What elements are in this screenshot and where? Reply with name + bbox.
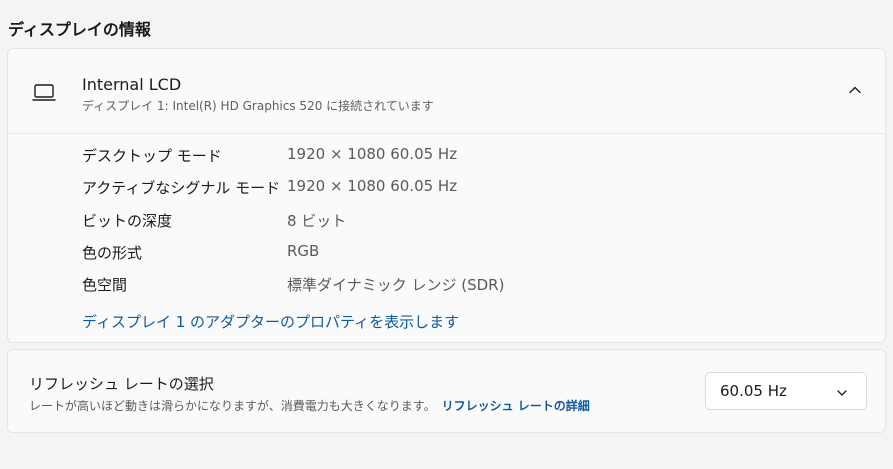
property-row: ビットの深度 8 ビット xyxy=(82,210,842,242)
refresh-rate-dropdown[interactable]: 60.05 Hz xyxy=(705,372,867,410)
refresh-rate-details-link[interactable]: リフレッシュ レートの詳細 xyxy=(442,399,590,413)
display-subtitle: ディスプレイ 1: Intel(R) HD Graphics 520 に接続され… xyxy=(82,99,434,113)
section-title: ディスプレイの情報 xyxy=(8,20,151,39)
property-label: 色の形式 xyxy=(82,243,143,262)
display-header[interactable]: Internal LCD ディスプレイ 1: Intel(R) HD Graph… xyxy=(8,49,885,134)
property-row: アクティブなシグナル モード 1920 × 1080 60.05 Hz xyxy=(82,177,842,209)
refresh-rate-description: レートが高いほど動きは滑らかになりますが、消費電力も大きくなります。 リフレッシュ… xyxy=(29,397,590,414)
display-info-card: Internal LCD ディスプレイ 1: Intel(R) HD Graph… xyxy=(7,48,886,343)
property-label: デスクトップ モード xyxy=(82,147,222,165)
property-value: 1920 × 1080 60.05 Hz xyxy=(287,145,458,163)
refresh-rate-title: リフレッシュ レートの選択 xyxy=(29,375,214,393)
property-row: 色の形式 RGB xyxy=(82,242,842,274)
property-value: 1920 × 1080 60.05 Hz xyxy=(287,177,458,196)
chevron-up-icon xyxy=(848,82,862,101)
property-label: ビットの深度 xyxy=(82,211,173,230)
property-value: 8 ビット xyxy=(287,211,347,230)
display-properties: デスクトップ モード 1920 × 1080 60.05 Hz アクティブなシグ… xyxy=(82,145,842,306)
chevron-down-icon xyxy=(836,385,848,397)
refresh-rate-card: リフレッシュ レートの選択 レートが高いほど動きは滑らかになりますが、消費電力も… xyxy=(7,349,886,433)
property-label: アクティブなシグナル モード xyxy=(82,179,281,198)
adapter-properties-link[interactable]: ディスプレイ 1 のアダプターのプロパティを表示します xyxy=(82,311,459,332)
display-name: Internal LCD xyxy=(82,75,182,94)
property-label: 色空間 xyxy=(82,276,128,295)
property-row: 色空間 標準ダイナミック レンジ (SDR) xyxy=(82,274,842,306)
laptop-icon xyxy=(32,83,56,103)
refresh-rate-selected: 60.05 Hz xyxy=(720,382,787,400)
property-value: 標準ダイナミック レンジ (SDR) xyxy=(287,276,505,295)
display-settings-page: ディスプレイの情報 Internal LCD ディスプレイ 1: Intel(R… xyxy=(0,0,893,469)
property-value: RGB xyxy=(287,241,320,260)
collapse-button[interactable] xyxy=(841,77,869,105)
refresh-rate-description-text: レートが高いほど動きは滑らかになりますが、消費電力も大きくなります。 xyxy=(29,399,436,413)
property-row: デスクトップ モード 1920 × 1080 60.05 Hz xyxy=(82,145,842,177)
